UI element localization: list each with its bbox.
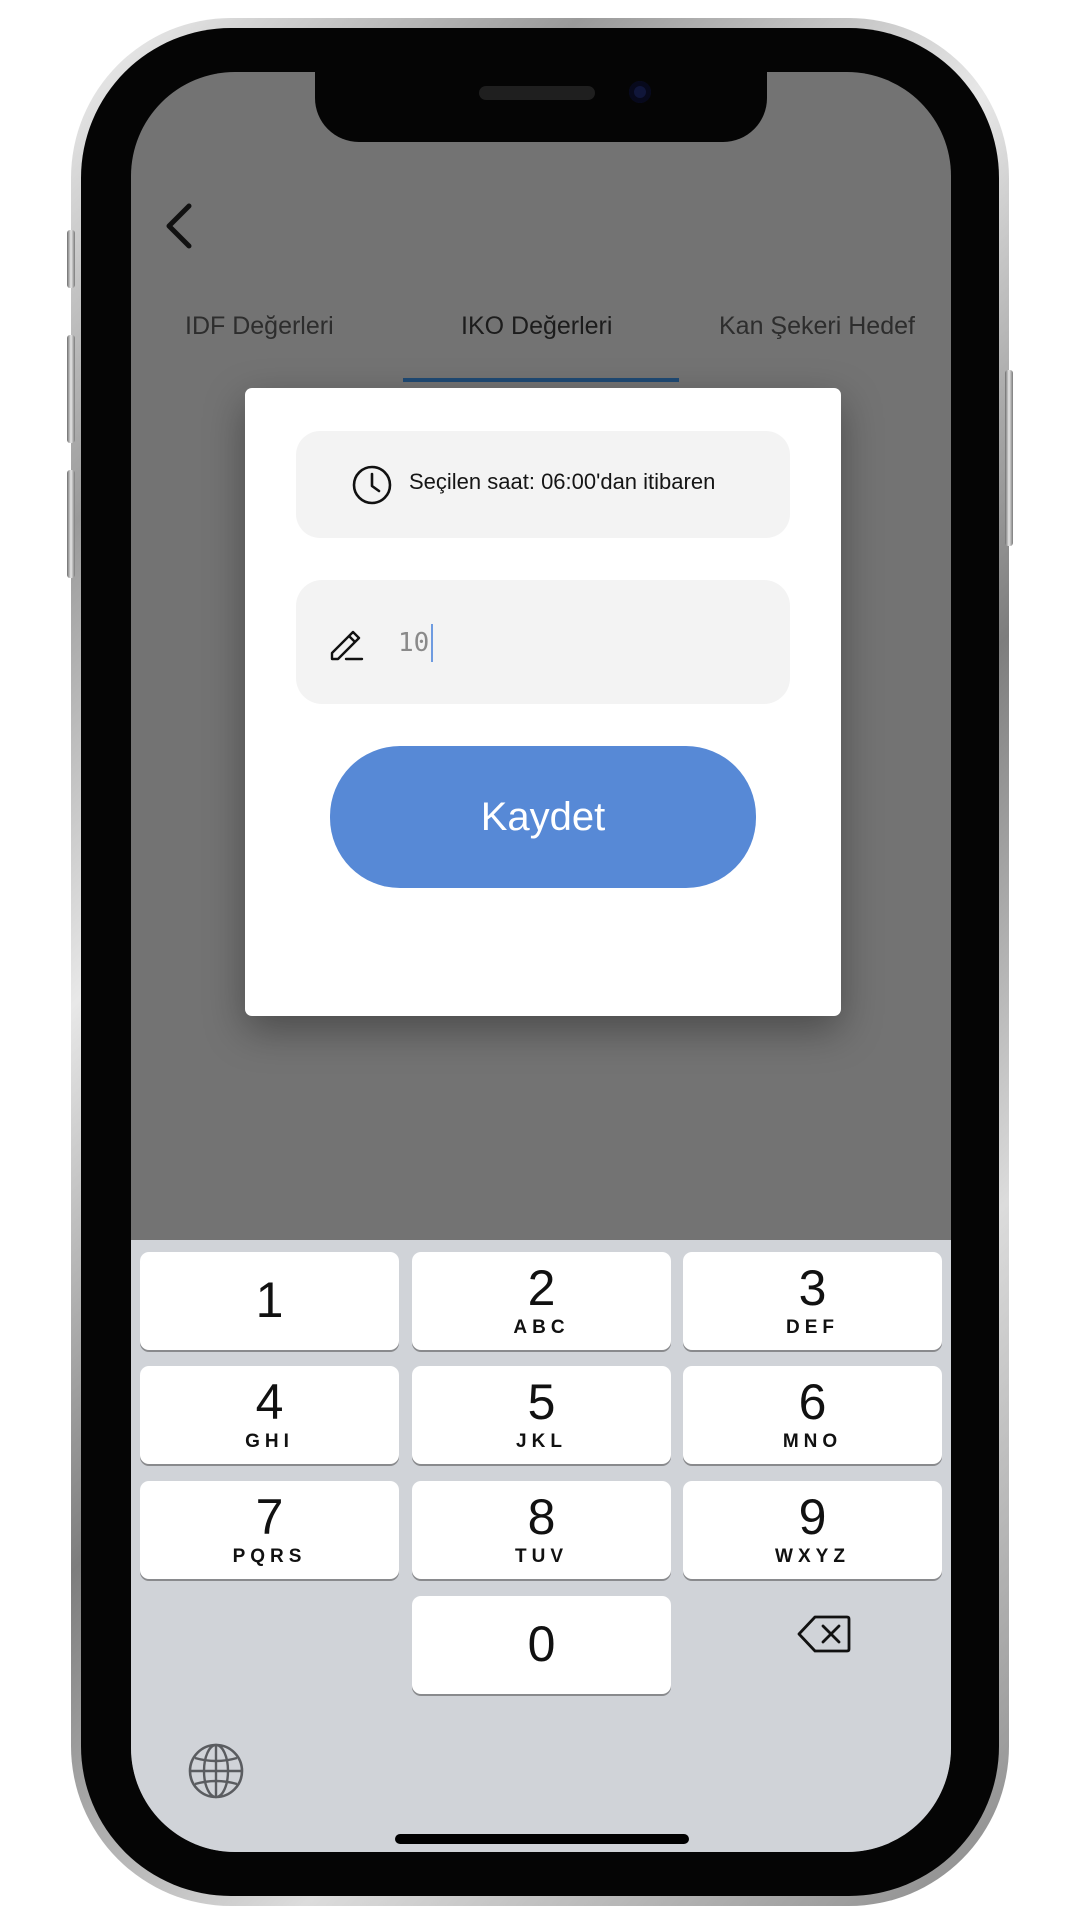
- key-letters: DEF: [786, 1317, 839, 1338]
- key-digit: 9: [798, 1489, 827, 1545]
- key-3[interactable]: 3 DEF: [683, 1252, 942, 1350]
- save-button[interactable]: Kaydet: [330, 746, 756, 888]
- key-digit: 2: [527, 1260, 556, 1316]
- selected-time-text: Seçilen saat: 06:00'dan itibaren: [409, 469, 716, 494]
- tab-kan-sekeri-hedef[interactable]: Kan Şekeri Hedef: [719, 312, 951, 374]
- key-digit: 4: [255, 1374, 284, 1430]
- value-field[interactable]: [296, 580, 790, 704]
- tab-label: IDF Değerleri: [185, 312, 334, 340]
- tab-label: IKO Değerleri: [461, 312, 613, 340]
- key-digit: 1: [255, 1272, 284, 1328]
- globe-icon[interactable]: [187, 1742, 245, 1800]
- key-6[interactable]: 6 MNO: [683, 1366, 942, 1464]
- key-letters: JKL: [516, 1431, 567, 1452]
- key-4[interactable]: 4 GHI: [140, 1366, 399, 1464]
- clock-icon: [352, 465, 392, 505]
- tab-bar: IDF Değerleri IKO Değerleri Kan Şekeri H…: [131, 312, 951, 374]
- front-camera: [629, 81, 651, 103]
- key-digit: 8: [527, 1489, 556, 1545]
- key-letters: PQRS: [232, 1546, 307, 1567]
- key-letters: TUV: [515, 1546, 568, 1567]
- text-caret: [431, 624, 433, 662]
- tab-iko[interactable]: IKO Değerleri: [461, 312, 681, 374]
- key-8[interactable]: 8 TUV: [412, 1481, 671, 1579]
- active-tab-indicator: [403, 378, 679, 382]
- key-2[interactable]: 2 ABC: [412, 1252, 671, 1350]
- key-5[interactable]: 5 JKL: [412, 1366, 671, 1464]
- key-digit: 3: [798, 1260, 827, 1316]
- speaker-grille: [479, 86, 595, 100]
- key-letters: ABC: [513, 1317, 570, 1338]
- volume-up-button: [67, 335, 75, 443]
- selected-time-box: Seçilen saat: 06:00'dan itibaren: [296, 431, 790, 538]
- key-9[interactable]: 9 WXYZ: [683, 1481, 942, 1579]
- key-digit: 6: [798, 1374, 827, 1430]
- value-input[interactable]: [396, 614, 760, 672]
- screen: IDF Değerleri IKO Değerleri Kan Şekeri H…: [131, 72, 951, 1852]
- home-indicator[interactable]: [395, 1834, 689, 1844]
- key-digit: 0: [527, 1616, 556, 1672]
- tab-idf[interactable]: IDF Değerleri: [185, 312, 385, 374]
- tab-label: Kan Şekeri Hedef: [719, 312, 915, 340]
- key-digit: 7: [255, 1489, 284, 1545]
- mute-switch: [67, 230, 75, 288]
- power-button: [1005, 370, 1013, 546]
- key-0[interactable]: 0: [412, 1596, 671, 1694]
- key-7[interactable]: 7 PQRS: [140, 1481, 399, 1579]
- key-digit: 5: [527, 1374, 556, 1430]
- key-1[interactable]: 1: [140, 1252, 399, 1350]
- key-letters: WXYZ: [775, 1546, 850, 1567]
- key-letters: GHI: [245, 1431, 294, 1452]
- chevron-left-icon: [166, 203, 192, 249]
- backspace-icon[interactable]: [797, 1614, 851, 1654]
- key-letters: MNO: [782, 1431, 843, 1452]
- value-dialog: Seçilen saat: 06:00'dan itibaren Kaydet: [245, 388, 841, 1016]
- numeric-keypad: 1 2 ABC 3 DEF 4 GHI 5 JKL 6 MNO 7 PQRS 8…: [131, 1240, 951, 1852]
- pencil-icon: [330, 630, 364, 661]
- back-button[interactable]: [159, 200, 199, 252]
- volume-down-button: [67, 470, 75, 578]
- notch: [315, 72, 767, 142]
